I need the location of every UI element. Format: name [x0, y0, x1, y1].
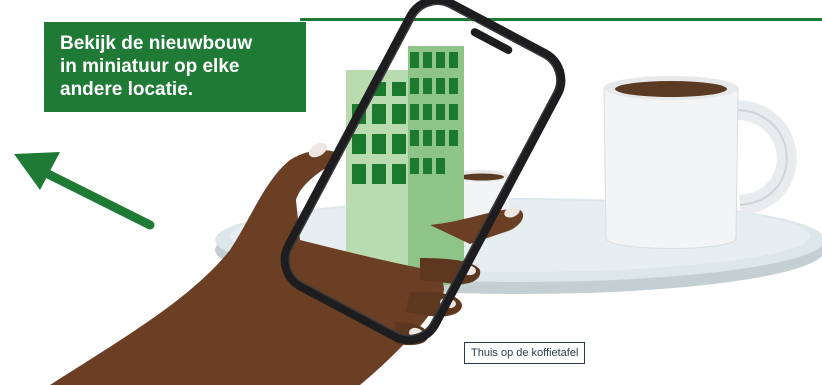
promo-banner: Bekijk de nieuwbouw in miniatuur op elke…: [44, 22, 306, 112]
promo-heading: Bekijk de nieuwbouw in miniatuur op elke…: [60, 33, 253, 100]
arrow-up-left-icon: [14, 152, 155, 230]
caption-label-button[interactable]: Thuis op de koffietafel: [464, 342, 586, 364]
